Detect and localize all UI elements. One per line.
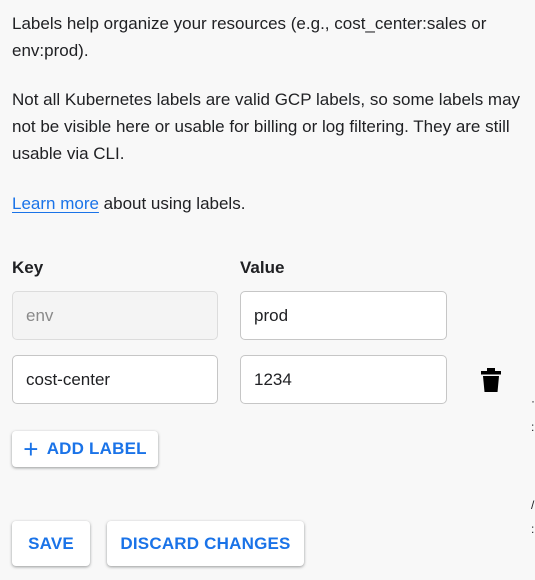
learn-more-paragraph: Learn more about using labels. [12,190,522,217]
clipped-edge-mark: : [531,522,535,536]
value-column-header: Value [240,258,285,277]
learn-more-suffix: about using labels. [98,194,246,213]
trash-icon[interactable] [481,367,501,393]
key-column-header: Key [12,258,44,277]
intro-text: Labels help organize your resources (e.g… [12,14,487,60]
label-key-field [12,291,218,340]
clipped-edge-mark: : [531,420,535,434]
clipped-edge-mark: / [531,498,535,512]
discard-changes-button[interactable]: DISCARD CHANGES [107,521,304,566]
plus-icon: + [23,434,39,464]
learn-more-link[interactable]: Learn more [12,194,99,213]
label-value-field[interactable] [240,355,447,404]
warning-text: Not all Kubernetes labels are valid GCP … [12,90,521,163]
save-button[interactable]: SAVE [12,521,90,566]
add-label-text: ADD LABEL [46,439,147,458]
label-value-field[interactable] [240,291,447,340]
label-key-field[interactable] [12,355,218,404]
add-label-button[interactable]: + ADD LABEL [12,431,158,467]
clipped-edge-mark: · [531,394,535,408]
